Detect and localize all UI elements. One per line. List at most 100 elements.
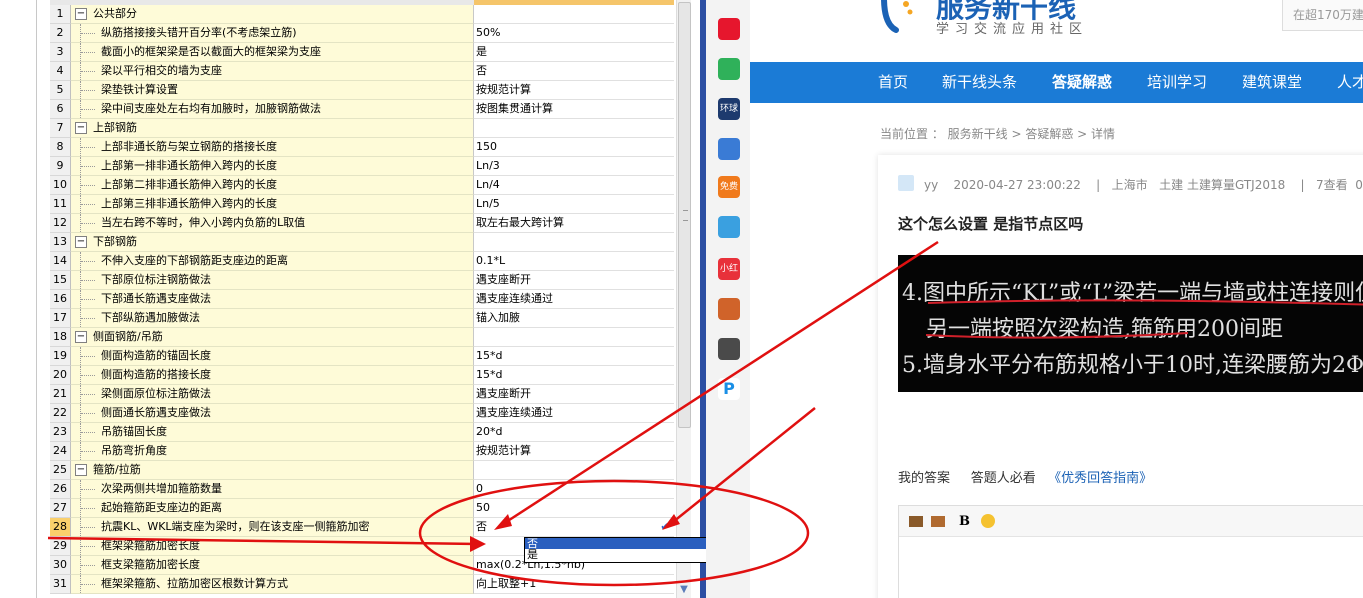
setting-name-cell[interactable]: − 下部钢筋 [71, 233, 474, 252]
setting-value-cell[interactable]: 向上取整+1 [474, 575, 674, 594]
collapse-toggle-icon[interactable]: − [75, 464, 87, 476]
setting-value-cell[interactable]: 遇支座断开 [474, 385, 674, 404]
settings-group-row[interactable]: 13− 下部钢筋 [50, 233, 674, 252]
insert-gallery-icon[interactable] [931, 516, 945, 527]
free-novel-icon[interactable]: 免费小说 [718, 176, 740, 198]
setting-value-cell[interactable]: Ln/3 [474, 157, 674, 176]
setting-name-cell[interactable]: 截面小的框架梁是否以截面大的框架梁为支座 [71, 43, 474, 62]
xiaohongshu-icon[interactable]: 小红书 [718, 258, 740, 280]
setting-name-cell[interactable]: 上部第一排非通长筋伸入跨内的长度 [71, 157, 474, 176]
setting-name-cell[interactable]: 下部通长筋遇支座做法 [71, 290, 474, 309]
nav-training[interactable]: 培训学习 [1147, 62, 1207, 103]
nav-home[interactable]: 首页 [878, 62, 908, 103]
settings-row[interactable]: 9 上部第一排非通长筋伸入跨内的长度 Ln/3 [50, 157, 674, 176]
settings-row[interactable]: 27 起始箍筋距支座边的距离 50 [50, 499, 674, 518]
question-image[interactable]: 4.图中所示“KL”或“L”梁若一端与墙或柱连接则仅该端按框架 另一端按照次梁构… [898, 255, 1363, 392]
setting-name-cell[interactable]: 框架梁箍筋加密长度 [71, 537, 474, 556]
settings-row[interactable]: 31 框架梁箍筋、拉筋加密区根数计算方式 向上取整+1 [50, 575, 674, 594]
settings-row[interactable]: 28 抗震KL、WKL端支座为梁时，则在该支座一侧箍筋加密否 ✔ [50, 518, 674, 537]
nav-talent[interactable]: 人才 [1337, 62, 1363, 103]
setting-name-cell[interactable]: 吊筋弯折角度 [71, 442, 474, 461]
setting-value-cell[interactable]: Ln/5 [474, 195, 674, 214]
scroll-down-arrow-icon[interactable]: ▼ [678, 584, 690, 596]
setting-name-cell[interactable]: 梁中间支座处左右均有加腋时，加腋钢筋做法 [71, 100, 474, 119]
collapse-toggle-icon[interactable]: − [75, 236, 87, 248]
setting-name-cell[interactable]: 梁垫铁计算设置 [71, 81, 474, 100]
grid-vertical-scrollbar[interactable]: ▼ [676, 0, 691, 598]
setting-name-cell[interactable]: 下部原位标注钢筋做法 [71, 271, 474, 290]
setting-name-cell[interactable]: 侧面通长筋遇支座做法 [71, 404, 474, 423]
insert-image-icon[interactable] [909, 516, 923, 527]
settings-row[interactable]: 12 当左右跨不等时，伸入小跨内负筋的L取值 取左右最大跨计算 [50, 214, 674, 233]
answer-editor[interactable]: B [898, 505, 1363, 598]
game-icon[interactable] [718, 216, 740, 238]
settings-row[interactable]: 14 不伸入支座的下部钢筋距支座边的距离 0.1*L [50, 252, 674, 271]
nav-headlines[interactable]: 新干线头条 [942, 62, 1017, 103]
dropdown-option-no[interactable]: 否 [525, 538, 706, 549]
settings-row[interactable]: 2 纵筋搭接接头错开百分率(不考虑架立筋) 50% [50, 24, 674, 43]
setting-name-cell[interactable]: − 侧面钢筋/吊筋 [71, 328, 474, 347]
nav-classroom[interactable]: 建筑课堂 [1242, 62, 1302, 103]
settings-row[interactable]: 17 下部纵筋遇加腋做法 锚入加腋 [50, 309, 674, 328]
setting-name-cell[interactable]: 侧面构造筋的锚固长度 [71, 347, 474, 366]
mail-icon[interactable] [718, 58, 740, 80]
settings-row[interactable]: 26 次梁两侧共增加箍筋数量 0 [50, 480, 674, 499]
p-icon[interactable]: P [718, 378, 740, 400]
setting-name-cell[interactable]: 次梁两侧共增加箍筋数量 [71, 480, 474, 499]
bold-button[interactable]: B [959, 514, 970, 529]
setting-value-cell[interactable] [474, 119, 674, 138]
setting-value-cell[interactable]: 取左右最大跨计算 [474, 214, 674, 233]
setting-name-cell[interactable]: 当左右跨不等时，伸入小跨内负筋的L取值 [71, 214, 474, 233]
setting-name-cell[interactable]: − 箍筋/拉筋 [71, 461, 474, 480]
setting-value-cell[interactable]: 150 [474, 138, 674, 157]
setting-value-cell[interactable] [474, 328, 674, 347]
setting-name-cell[interactable]: 上部非通长筋与架立钢筋的搭接长度 [71, 138, 474, 157]
value-dropdown-list[interactable]: 否 是 [524, 537, 706, 563]
setting-value-cell[interactable] [474, 233, 674, 252]
setting-name-cell[interactable]: 起始箍筋距支座边的距离 [71, 499, 474, 518]
setting-value-cell[interactable]: 遇支座断开 [474, 271, 674, 290]
settings-row[interactable]: 22 侧面通长筋遇支座做法 遇支座连续通过 [50, 404, 674, 423]
scrollbar-thumb[interactable] [678, 2, 691, 428]
settings-row[interactable]: 20 侧面构造筋的搭接长度 15*d [50, 366, 674, 385]
settings-row[interactable]: 19 侧面构造筋的锚固长度 15*d [50, 347, 674, 366]
document-icon[interactable] [718, 138, 740, 160]
setting-name-cell[interactable]: 下部纵筋遇加腋做法 [71, 309, 474, 328]
setting-name-cell[interactable]: 上部第二排非通长筋伸入跨内的长度 [71, 176, 474, 195]
dropdown-arrow-icon[interactable]: ✔ [658, 520, 672, 534]
site-search-input[interactable]: 在超170万建 [1282, 0, 1363, 31]
settings-row[interactable]: 6 梁中间支座处左右均有加腋时，加腋钢筋做法 按图集贯通计算 [50, 100, 674, 119]
weibo-icon[interactable] [718, 18, 740, 40]
setting-name-cell[interactable]: − 上部钢筋 [71, 119, 474, 138]
settings-row[interactable]: 24 吊筋弯折角度 按规范计算 [50, 442, 674, 461]
setting-value-cell[interactable]: Ln/4 [474, 176, 674, 195]
settings-group-row[interactable]: 1− 公共部分 [50, 5, 674, 24]
setting-value-cell[interactable]: 15*d [474, 347, 674, 366]
setting-value-cell[interactable]: 是 [474, 43, 674, 62]
settings-row[interactable]: 4 梁以平行相交的墙为支座 否 [50, 62, 674, 81]
setting-value-cell[interactable]: 按规范计算 [474, 442, 674, 461]
setting-value-cell[interactable]: 0 [474, 480, 674, 499]
setting-value-cell[interactable]: 按图集贯通计算 [474, 100, 674, 119]
setting-value-cell[interactable]: 0.1*L [474, 252, 674, 271]
setting-name-cell[interactable]: 纵筋搭接接头错开百分率(不考虑架立筋) [71, 24, 474, 43]
setting-value-cell[interactable]: 按规范计算 [474, 81, 674, 100]
setting-value-cell[interactable]: 否 [474, 62, 674, 81]
settings-row[interactable]: 11 上部第三排非通长筋伸入跨内的长度 Ln/5 [50, 195, 674, 214]
setting-name-cell[interactable]: 梁以平行相交的墙为支座 [71, 62, 474, 81]
nav-qa[interactable]: 答疑解惑 [1052, 62, 1112, 103]
setting-value-cell[interactable]: 20*d [474, 423, 674, 442]
question-user[interactable]: yy [924, 178, 938, 192]
game2-icon[interactable] [718, 298, 740, 320]
collapse-toggle-icon[interactable]: − [75, 122, 87, 134]
setting-value-cell[interactable]: 15*d [474, 366, 674, 385]
setting-name-cell[interactable]: 不伸入支座的下部钢筋距支座边的距离 [71, 252, 474, 271]
setting-value-cell[interactable] [474, 461, 674, 480]
setting-value-cell[interactable]: 遇支座连续通过 [474, 404, 674, 423]
setting-value-cell[interactable]: 50% [474, 24, 674, 43]
setting-name-cell[interactable]: 侧面构造筋的搭接长度 [71, 366, 474, 385]
setting-name-cell[interactable]: 梁侧面原位标注筋做法 [71, 385, 474, 404]
setting-name-cell[interactable]: − 公共部分 [71, 5, 474, 24]
setting-name-cell[interactable]: 吊筋锚固长度 [71, 423, 474, 442]
settings-group-row[interactable]: 25− 箍筋/拉筋 [50, 461, 674, 480]
